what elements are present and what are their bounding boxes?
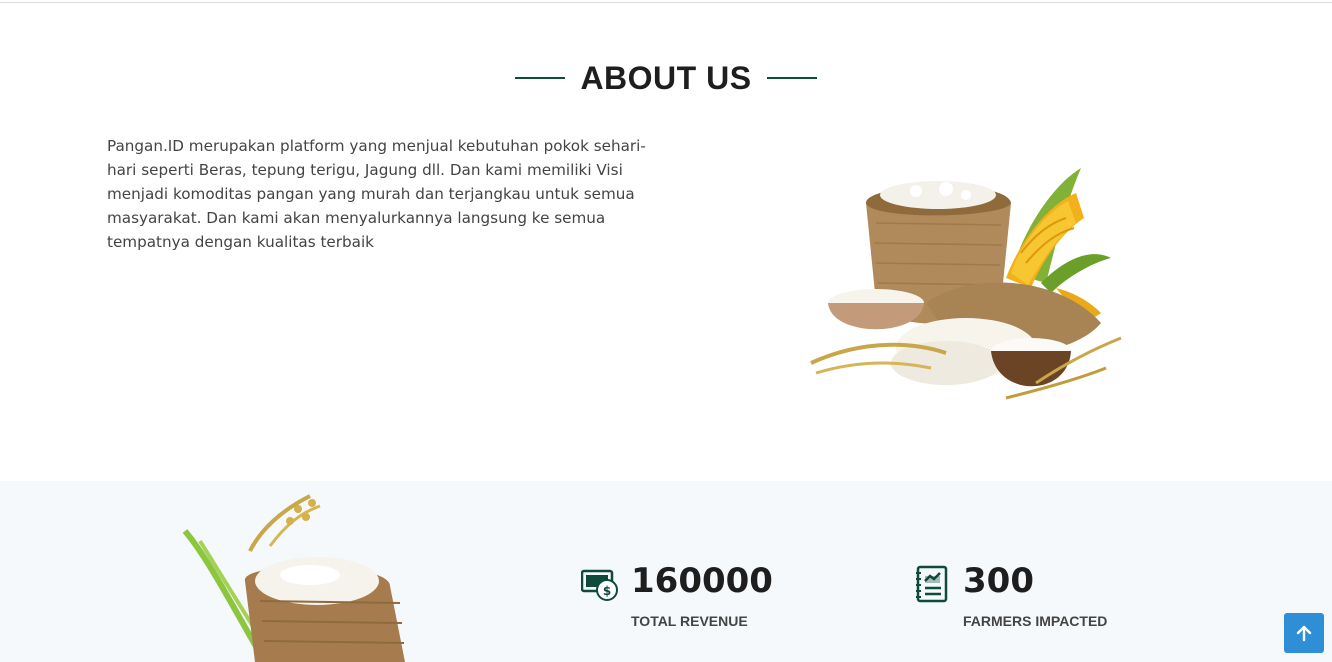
section-title: ABOUT US [580,59,752,96]
about-section: ABOUT US Pangan.ID merupakan platform ya… [0,3,1332,481]
rice-sack-image [182,494,405,662]
title-line-left [515,77,566,79]
stat-total-revenue: $ 160000 TOTAL REVENUE [581,561,811,641]
about-description: Pangan.ID merupakan platform yang menjua… [107,137,646,251]
scroll-to-top-button[interactable] [1284,613,1324,653]
title-line-right [766,77,817,79]
stat-farmers-impacted: 300 FARMERS IMPACTED [913,561,1143,641]
flour-bowl-right [991,338,1071,387]
total-revenue-value: 160000 [631,561,773,601]
total-revenue-label: TOTAL REVENUE [631,613,748,629]
money-icon: $ [581,569,618,601]
farmers-impacted-label: FARMERS IMPACTED [963,613,1108,629]
arrow-up-icon [1296,625,1312,642]
stats-section: $ 160000 TOTAL REVENUE 300 FARMERS IMPAC… [0,481,1332,662]
farmers-impacted-value: 300 [963,561,1034,601]
rice-corn-product-image [810,168,1122,400]
about-heading: ABOUT US [0,58,1332,98]
svg-text:$: $ [603,584,611,598]
rice-bowl-left [828,289,924,330]
report-icon [916,565,948,603]
